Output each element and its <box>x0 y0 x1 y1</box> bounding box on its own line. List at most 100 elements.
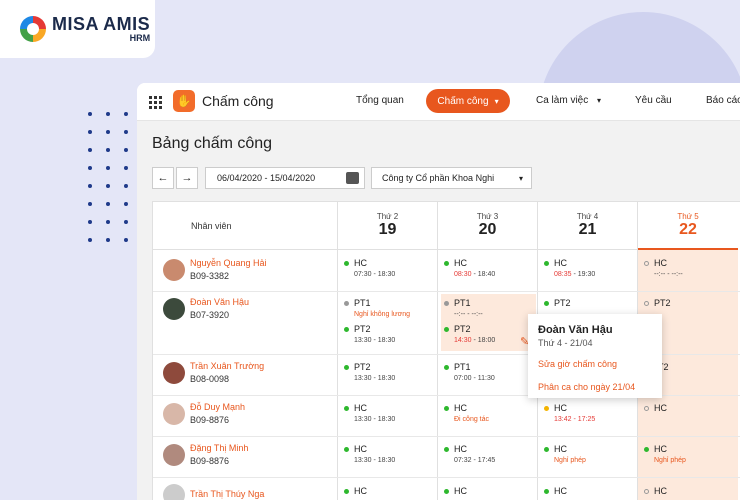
shift-cell[interactable]: HC <box>444 486 467 496</box>
avatar <box>163 443 185 466</box>
status-dot <box>644 405 649 411</box>
popup-employee-name: Đoàn Văn Hậu <box>538 324 613 336</box>
shift-cell[interactable]: HC 08:35 - 19:30 <box>544 258 595 278</box>
next-button[interactable]: → <box>176 167 198 189</box>
shift-code: HC <box>354 486 367 496</box>
nav-timekeeping[interactable]: Chấm công ▾ <box>426 89 510 113</box>
assign-shift-link[interactable]: Phân ca cho ngày 21/04 <box>538 382 652 392</box>
company-select[interactable]: Công ty Cổ phần Khoa Nghi ▾ <box>371 167 532 189</box>
shift-cell[interactable]: PT2 <box>544 298 571 308</box>
shift-code: HC <box>554 444 567 454</box>
shift-time: 07:32 - 17:45 <box>454 457 496 464</box>
shift-cell[interactable]: HC 07:30 - 18:30 <box>344 258 395 278</box>
shift-code: HC <box>454 486 467 496</box>
brand-name: MISA AMIS <box>52 13 151 34</box>
status-dot <box>344 300 349 306</box>
employee-name[interactable]: Đặng Thị Minh <box>190 443 248 453</box>
employee-name[interactable]: Nguyễn Quang Hải <box>190 258 267 268</box>
status-dot <box>344 326 349 332</box>
shift-cell[interactable]: PT1 Nghỉ không lương PT2 13:30 - 18:30 <box>344 298 410 344</box>
shift-cell[interactable]: HC <box>544 486 567 496</box>
popup-date: Thứ 4 - 21/04 <box>538 338 593 348</box>
shift-code: HC <box>654 486 667 496</box>
shift-time: 13:30 - 18:30 <box>354 457 396 464</box>
shift-time: - 17:25 <box>571 416 596 423</box>
employee-row[interactable]: Đoàn Văn Hậu B07-3920 <box>163 297 249 320</box>
status-dot <box>444 260 449 266</box>
shift-cell-selected[interactable]: PT1 --:-- - --:-- PT2 14:30 - 18:00 <box>444 298 495 344</box>
shift-cell[interactable]: HC 13:30 - 18:30 <box>344 444 395 464</box>
status-dot <box>444 300 449 306</box>
employee-name[interactable]: Trần Xuân Trường <box>190 361 264 371</box>
shift-cell[interactable]: HC <box>644 486 667 496</box>
app-grid-icon[interactable] <box>149 96 162 109</box>
day-name: Thứ 4 <box>576 212 599 221</box>
avatar <box>163 258 185 281</box>
shift-cell[interactable]: HC 13:30 - 18:30 <box>344 403 395 423</box>
employee-code: B07-3920 <box>190 310 230 320</box>
avatar <box>163 361 185 384</box>
employee-row[interactable]: Nguyễn Quang Hải B09-3382 <box>163 258 267 281</box>
shift-cell[interactable]: HC 13:42 - 17:25 <box>544 403 595 423</box>
edit-timekeeping-link[interactable]: Sửa giờ chấm công <box>538 359 652 369</box>
shift-cell[interactable]: PT1 07:00 - 11:30 <box>444 362 495 382</box>
shift-time: 13:30 - 18:30 <box>354 337 396 344</box>
shift-cell[interactable]: HC 08:30 - 18:40 <box>444 258 495 278</box>
brand-sub: HRM <box>129 32 151 43</box>
nav-reports[interactable]: Báo cáo <box>706 95 740 106</box>
employee-code: B09-8876 <box>190 415 230 425</box>
employee-row[interactable]: Trần Xuân Trường B08-0098 <box>163 361 264 384</box>
shift-time: 07:00 - 11:30 <box>454 375 495 382</box>
status-dot <box>444 364 449 370</box>
nav-overview[interactable]: Tổng quan <box>356 95 404 106</box>
status-dot <box>444 326 449 332</box>
status-dot <box>444 488 449 494</box>
status-dot <box>344 488 349 494</box>
employee-code: B08-0098 <box>190 374 230 384</box>
shift-time: 13:30 - 18:30 <box>354 375 396 382</box>
status-dot <box>544 488 549 494</box>
shift-code: HC <box>354 444 367 454</box>
day-name: Thứ 2 <box>376 212 399 221</box>
shift-cell[interactable]: PT2 13:30 - 18:30 <box>344 362 395 382</box>
shift-cell[interactable]: PT2 <box>644 298 671 308</box>
nav-shifts[interactable]: Ca làm việc ▾ <box>536 95 601 106</box>
page-title: Bảng chấm công <box>152 135 273 152</box>
employee-row[interactable]: Đỗ Duy Mạnh B09-8876 <box>163 402 245 425</box>
shift-time: --:-- - --:-- <box>454 311 483 318</box>
day-number: 19 <box>378 221 397 238</box>
shift-cell[interactable]: HC <box>644 403 667 413</box>
shift-note: Đi công tác <box>454 416 490 423</box>
late-time: 08:30 <box>454 271 472 278</box>
shift-cell[interactable]: HC <box>344 486 367 496</box>
prev-button[interactable]: ← <box>152 167 174 189</box>
avatar <box>163 402 185 425</box>
shift-note: Nghỉ phép <box>554 457 586 464</box>
shift-code: HC <box>454 444 467 454</box>
chevron-down-icon: ▾ <box>518 174 523 183</box>
day-name: Thứ 5 <box>677 211 699 221</box>
late-time: 14:30 <box>454 337 472 344</box>
shift-time: - 19:30 <box>571 271 596 278</box>
shift-cell[interactable]: HC 07:32 - 17:45 <box>444 444 495 464</box>
status-dot <box>444 446 449 452</box>
misa-logo-icon <box>20 16 46 42</box>
calendar-icon[interactable] <box>346 172 359 184</box>
day-number: 21 <box>578 221 597 238</box>
shift-cell[interactable]: HC Đi công tác <box>444 403 489 423</box>
employee-row[interactable]: Trần Thị Thúy Nga <box>163 484 264 500</box>
date-range-field[interactable]: 06/04/2020 - 15/04/2020 <box>205 167 365 189</box>
shift-cell[interactable]: HC Nghỉ phép <box>644 444 686 464</box>
shift-code: HC <box>654 444 667 454</box>
employee-row[interactable]: Đặng Thị Minh B09-8876 <box>163 443 248 466</box>
status-dot <box>344 260 349 266</box>
shift-cell[interactable]: HC --:-- - --:-- <box>644 258 683 278</box>
employee-name[interactable]: Đỗ Duy Mạnh <box>190 402 245 412</box>
shift-code: HC <box>354 403 367 413</box>
employee-name[interactable]: Đoàn Văn Hậu <box>190 297 249 307</box>
arrow-left-icon: ← <box>157 172 169 184</box>
shift-cell[interactable]: HC Nghỉ phép <box>544 444 586 464</box>
nav-requests[interactable]: Yêu cầu <box>635 95 672 106</box>
brand-logo: MISA AMIS HRM <box>0 0 155 58</box>
employee-name[interactable]: Trần Thị Thúy Nga <box>190 489 264 499</box>
